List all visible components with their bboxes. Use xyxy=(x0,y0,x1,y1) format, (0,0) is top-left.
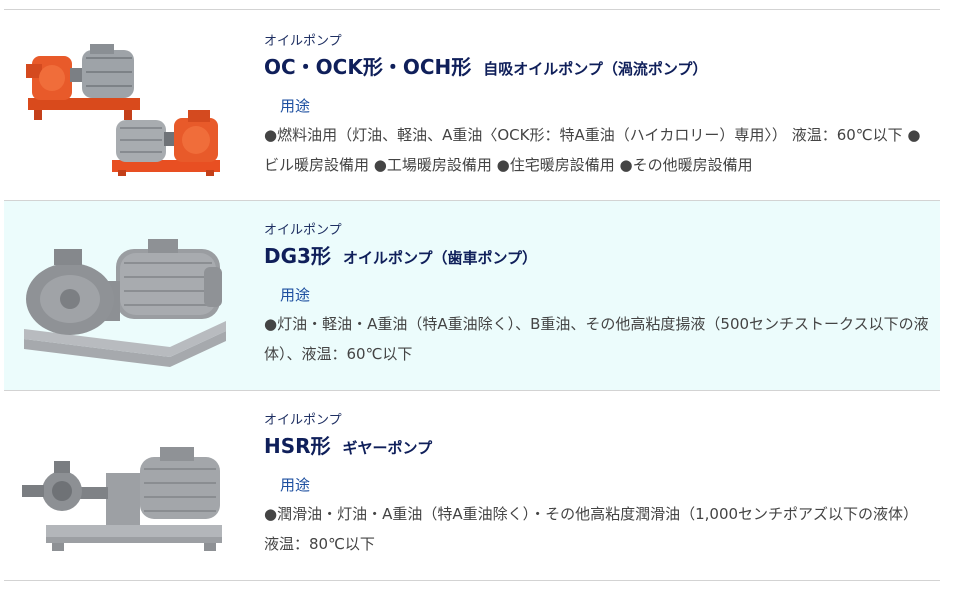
product-subtitle: ギヤーポンプ xyxy=(342,439,433,457)
product-text: オイルポンプ OC・OCK形・OCH形 自吸オイルポンプ（渦流ポンプ） 用途 ●燃… xyxy=(264,34,930,180)
product-list: オイルポンプ OC・OCK形・OCH形 自吸オイルポンプ（渦流ポンプ） 用途 ●燃… xyxy=(4,9,940,581)
product-title[interactable]: HSR形 ギヤーポンプ xyxy=(264,433,930,461)
product-description: ●灯油・軽油・A重油（特A重油除く）、B重油、その他高粘度揚液（500センチスト… xyxy=(264,315,929,363)
product-text: オイルポンプ DG3形 オイルポンプ（歯車ポンプ） 用途 ●灯油・軽油・A重油（特… xyxy=(264,223,930,369)
product-category: オイルポンプ xyxy=(264,223,342,238)
product-title[interactable]: DG3形 オイルポンプ（歯車ポンプ） xyxy=(264,243,930,271)
product-description: ●潤滑油・灯油・A重油（特A重油除く）・その他高粘度潤滑油（1,000センチポア… xyxy=(264,505,919,553)
use-label: 用途 xyxy=(280,286,311,304)
product-model[interactable]: HSR形 xyxy=(264,434,331,458)
oc-pump-image[interactable] xyxy=(20,28,232,178)
use-label: 用途 xyxy=(280,97,311,115)
product-category: オイルポンプ xyxy=(264,34,342,49)
product-item-hsr[interactable]: オイルポンプ HSR形 ギヤーポンプ 用途 ●潤滑油・灯油・A重油（特A重油除く）… xyxy=(4,390,940,581)
product-subtitle: オイルポンプ（歯車ポンプ） xyxy=(342,249,538,267)
product-category: オイルポンプ xyxy=(264,413,342,428)
product-model[interactable]: OC・OCK形・OCH形 xyxy=(264,55,471,79)
product-model[interactable]: DG3形 xyxy=(264,244,331,268)
product-title[interactable]: OC・OCK形・OCH形 自吸オイルポンプ（渦流ポンプ） xyxy=(264,54,930,82)
use-label: 用途 xyxy=(280,476,311,494)
product-text: オイルポンプ HSR形 ギヤーポンプ 用途 ●潤滑油・灯油・A重油（特A重油除く）… xyxy=(264,413,930,559)
product-description: ●燃料油用（灯油、軽油、A重油〈OCK形：特A重油（ハイカロリー）専用〉） 液温… xyxy=(264,126,921,174)
product-item-oc[interactable]: オイルポンプ OC・OCK形・OCH形 自吸オイルポンプ（渦流ポンプ） 用途 ●燃… xyxy=(4,9,940,200)
hsr-pump-image[interactable] xyxy=(20,427,232,577)
dg3-pump-image[interactable] xyxy=(20,227,232,377)
product-subtitle: 自吸オイルポンプ（渦流ポンプ） xyxy=(483,60,708,78)
product-item-dg3[interactable]: オイルポンプ DG3形 オイルポンプ（歯車ポンプ） 用途 ●灯油・軽油・A重油（特… xyxy=(4,200,940,390)
